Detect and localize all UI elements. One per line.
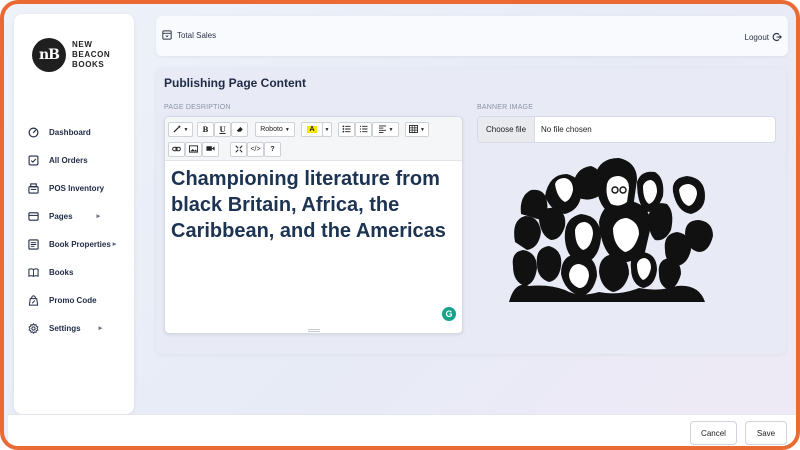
- brand-logo[interactable]: nB NEW BEACON BOOKS: [32, 38, 110, 72]
- page-title: Publishing Page Content: [164, 76, 307, 90]
- image-icon: [189, 144, 198, 155]
- books-icon: [28, 267, 39, 278]
- page-description-label: PAGE DESRIPTION: [164, 104, 231, 111]
- chevron-right-icon: ▸: [112, 241, 117, 248]
- bold-label: B: [202, 125, 209, 134]
- sidebar-item-label: Books: [49, 267, 74, 277]
- brand-name-line: BOOKS: [72, 60, 105, 69]
- sidebar-nav: Dashboard All Orders POS Inventory Pages: [28, 118, 128, 342]
- grammarly-icon[interactable]: G: [442, 307, 456, 321]
- register-icon: [162, 30, 172, 40]
- code-view-icon: </>: [250, 146, 261, 153]
- fullscreen-button[interactable]: [230, 142, 247, 157]
- video-icon: [206, 145, 215, 154]
- sidebar-item-label: Settings: [49, 323, 81, 333]
- resize-handle[interactable]: [308, 329, 320, 332]
- sidebar-item-label: Promo Code: [49, 295, 97, 305]
- insert-image-button[interactable]: [185, 142, 202, 157]
- caret-down-icon: ▼: [183, 126, 189, 133]
- sidebar-item-book-properties[interactable]: Book Properties ▸: [28, 230, 128, 258]
- logout-icon: [772, 32, 782, 42]
- pos-inventory-icon: [28, 182, 39, 194]
- sidebar-item-dashboard[interactable]: Dashboard: [28, 118, 128, 146]
- underline-button[interactable]: U: [214, 122, 231, 137]
- cancel-button[interactable]: Cancel: [690, 421, 737, 445]
- dashboard-gauge-icon: [28, 127, 39, 138]
- font-color-dropdown[interactable]: ▼: [322, 122, 332, 137]
- help-icon: ?: [270, 146, 275, 153]
- align-left-icon: [378, 124, 387, 135]
- sidebar-item-label: Book Properties: [49, 239, 111, 249]
- unordered-list-button[interactable]: [338, 122, 355, 137]
- brand-name-line: BEACON: [72, 50, 111, 59]
- insert-link-button[interactable]: [168, 142, 185, 157]
- link-icon: [172, 145, 181, 155]
- banner-image-label: BANNER IMAGE: [477, 104, 534, 111]
- insert-video-button[interactable]: [202, 142, 219, 157]
- eraser-icon: [236, 125, 244, 135]
- sidebar-item-label: Dashboard: [49, 127, 91, 137]
- ordered-list-button[interactable]: [355, 122, 372, 137]
- help-button[interactable]: ?: [264, 142, 281, 157]
- sidebar-item-settings[interactable]: Settings ▸: [28, 314, 128, 342]
- sidebar-item-pages[interactable]: Pages ▸: [28, 202, 128, 230]
- pages-card-icon: [28, 211, 39, 222]
- settings-gear-icon: [28, 322, 39, 334]
- paragraph-align-dropdown[interactable]: ▼: [372, 122, 399, 137]
- caret-down-icon: ▼: [284, 126, 290, 133]
- sidebar-item-books[interactable]: Books: [28, 258, 128, 286]
- magic-wand-icon: [173, 124, 182, 135]
- underline-label: U: [219, 125, 226, 134]
- sidebar-item-label: All Orders: [49, 155, 88, 165]
- total-sales-label: Total Sales: [177, 30, 217, 40]
- brand-name-line: NEW: [72, 40, 93, 49]
- banner-file-input[interactable]: Choose file No file chosen: [477, 116, 776, 143]
- numbered-list-icon: [359, 125, 368, 135]
- action-bar: Cancel Save: [8, 414, 796, 446]
- font-family-dropdown[interactable]: Roboto ▼: [255, 122, 295, 137]
- total-sales-link[interactable]: Total Sales: [162, 30, 216, 40]
- eraser-button[interactable]: [231, 122, 248, 137]
- bold-button[interactable]: B: [197, 122, 214, 137]
- magic-wand-dropdown[interactable]: ▼: [168, 122, 193, 137]
- table-icon: [409, 124, 418, 135]
- code-view-button[interactable]: </>: [247, 142, 264, 157]
- choose-file-button[interactable]: Choose file: [478, 117, 536, 142]
- logout-label: Logout: [744, 32, 769, 42]
- brand-monogram: nB: [32, 38, 66, 72]
- file-status-text: No file chosen: [541, 125, 592, 134]
- sidebar-item-all-orders[interactable]: All Orders: [28, 146, 128, 174]
- save-button[interactable]: Save: [745, 421, 787, 445]
- app-frame: nB NEW BEACON BOOKS Dashboard All Orders: [0, 0, 800, 450]
- book-properties-icon: [28, 238, 39, 250]
- sidebar-item-pos-inventory[interactable]: POS Inventory: [28, 174, 128, 202]
- rich-text-editor[interactable]: ▼ B U Roboto ▼ A ▼ ▼ ▼ </> ? Championing…: [164, 116, 463, 334]
- caret-down-icon: ▼: [388, 126, 394, 133]
- orders-check-icon: [28, 155, 39, 166]
- font-color-button[interactable]: A: [301, 122, 323, 137]
- caret-down-icon: ▼: [420, 126, 425, 133]
- sidebar-item-promo-code[interactable]: Promo Code: [28, 286, 128, 314]
- table-dropdown[interactable]: ▼: [405, 122, 429, 137]
- sidebar-item-label: POS Inventory: [49, 183, 105, 193]
- font-family-value: Roboto: [260, 126, 283, 133]
- banner-image: [509, 158, 713, 302]
- sidebar: nB NEW BEACON BOOKS Dashboard All Orders: [14, 14, 134, 414]
- fullscreen-icon: [234, 144, 243, 155]
- top-bar: Total Sales Logout: [156, 16, 788, 56]
- chevron-right-icon: ▸: [96, 213, 101, 220]
- caret-down-icon: ▼: [324, 126, 330, 133]
- bullet-list-icon: [342, 124, 351, 135]
- brand-name: NEW BEACON BOOKS: [72, 40, 110, 70]
- editor-content[interactable]: Championing literature from black Britai…: [171, 166, 453, 244]
- logout-button[interactable]: Logout: [745, 32, 782, 42]
- editor-toolbar: ▼ B U Roboto ▼ A ▼ ▼ ▼ </> ?: [165, 117, 462, 161]
- promo-code-icon: [28, 294, 39, 306]
- font-color-icon: A: [307, 126, 317, 133]
- chevron-right-icon: ▸: [98, 325, 103, 332]
- sidebar-item-label: Pages: [49, 211, 73, 221]
